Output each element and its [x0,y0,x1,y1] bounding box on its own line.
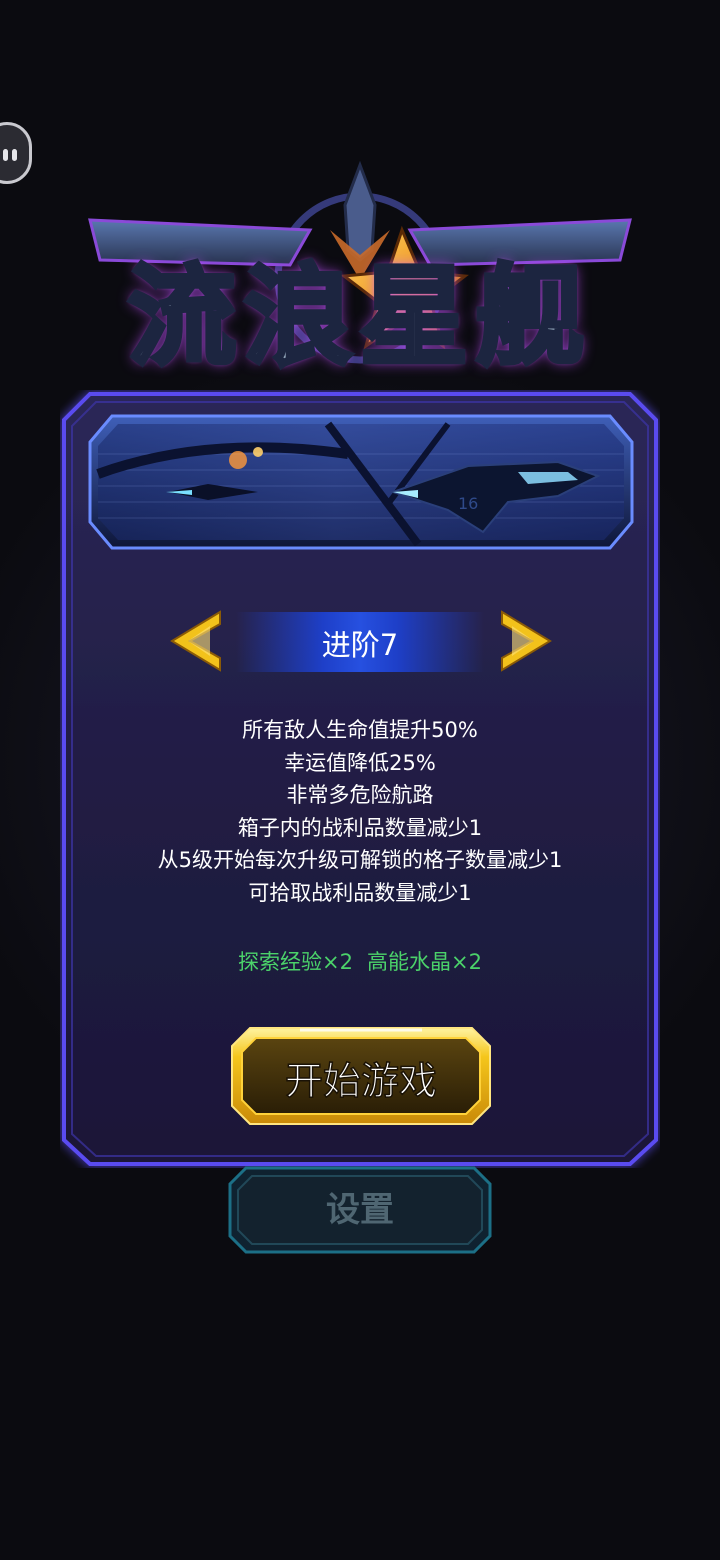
chevron-double-right-icon [501,610,552,672]
modifier-item: 幸运值降低25% [284,750,436,775]
modifier-item: 从5级开始每次升级可解锁的格子数量减少1 [157,848,563,872]
game-screen: 流浪星舰 16 进阶7 所有敌人生命值提升50% 幸运值降低25% 非常多危险航… [0,0,720,1560]
floating-assistant-bubble[interactable] [0,122,32,184]
modifier-item: 非常多危险航路 [286,783,434,807]
prev-difficulty-button[interactable] [162,606,226,676]
chevron-double-left-icon [170,610,221,672]
start-game-button[interactable]: 开始游戏 [230,1026,492,1126]
reward-item: 高能水晶×2 [367,950,482,974]
difficulty-rewards: 探索经验×2 高能水晶×2 [60,946,660,976]
difficulty-modifiers-list: 所有敌人生命值提升50% 幸运值降低25% 非常多危险航路 箱子内的战利品数量减… [60,714,660,909]
difficulty-level-label: 进阶7 [321,628,399,662]
difficulty-panel: 16 进阶7 所有敌人生命值提升50% 幸运值降低25% 非常多危险航路 箱子内… [60,390,660,1168]
difficulty-selector: 进阶7 [60,606,660,676]
svg-text:16: 16 [458,494,478,513]
game-title: 流浪星舰 [125,253,592,383]
modifier-item: 可拾取战利品数量减少1 [248,880,472,905]
difficulty-level-box: 进阶7 [236,612,484,672]
game-logo: 流浪星舰 [60,160,660,400]
next-difficulty-button[interactable] [496,606,560,676]
settings-button[interactable]: 设置 [228,1166,492,1254]
modifier-item: 所有敌人生命值提升50% [242,718,478,742]
start-game-label: 开始游戏 [284,1058,438,1104]
bubble-eye-icon [3,149,8,161]
banner-spaceship-artwork: 16 [88,414,634,550]
bubble-eye-icon [12,149,17,161]
settings-label: 设置 [326,1190,394,1230]
modifier-item: 箱子内的战利品数量减少1 [237,815,483,840]
reward-item: 探索经验×2 [238,950,353,974]
